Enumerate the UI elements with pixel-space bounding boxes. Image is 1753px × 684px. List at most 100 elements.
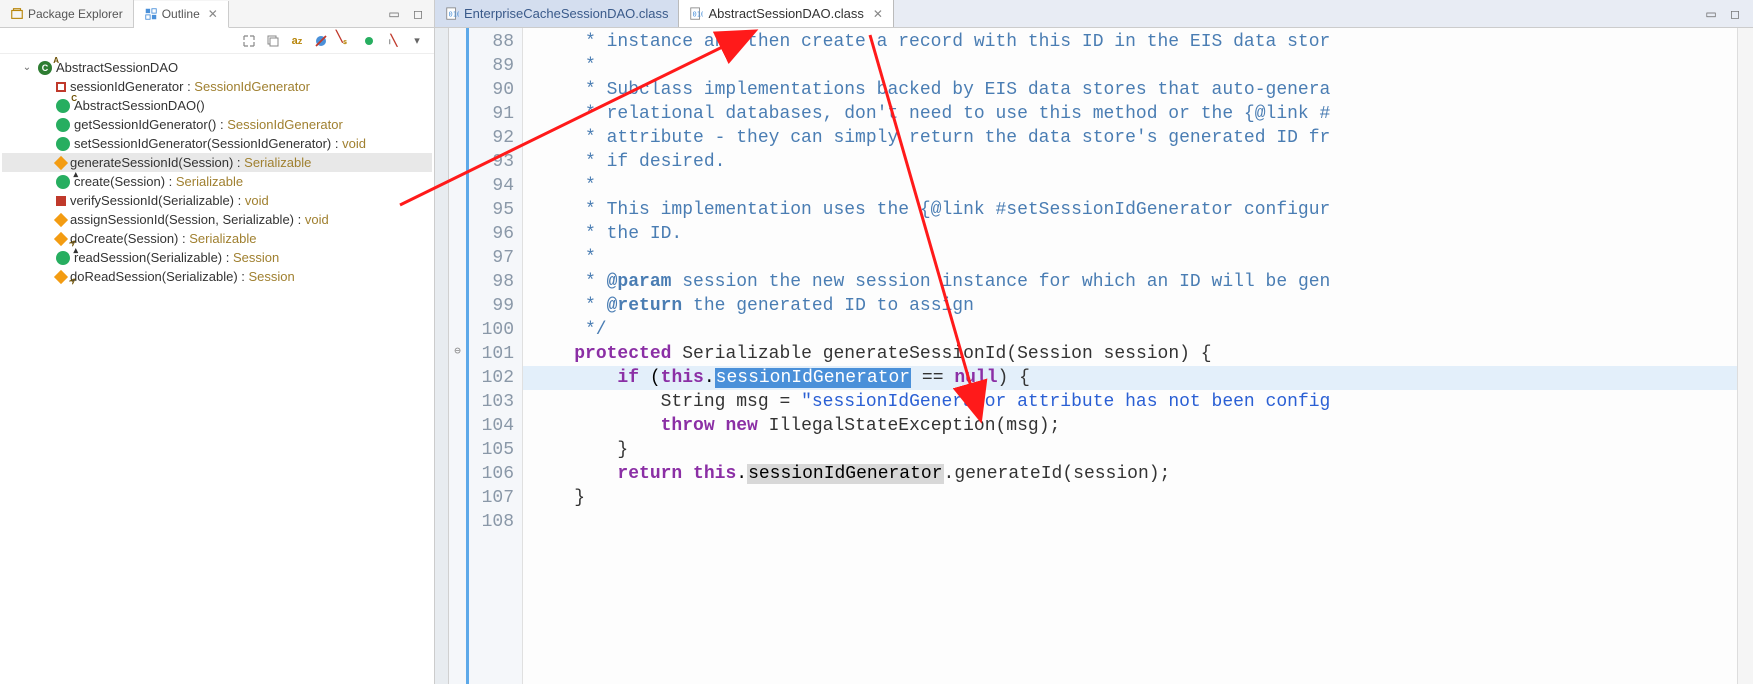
- code-line[interactable]: protected Serializable generateSessionId…: [523, 342, 1737, 366]
- member-label: setSessionIdGenerator(SessionIdGenerator…: [74, 136, 366, 151]
- line-number: 98: [469, 270, 522, 294]
- code-line[interactable]: }: [523, 486, 1737, 510]
- editor-panel: 010 EnterpriseCacheSessionDAO.class 010 …: [435, 0, 1753, 684]
- code-line[interactable]: * Subclass implementations backed by EIS…: [523, 78, 1737, 102]
- code-line[interactable]: *: [523, 54, 1737, 78]
- minimize-icon[interactable]: ▭: [386, 6, 402, 22]
- tab-label: Package Explorer: [28, 7, 123, 21]
- outline-member[interactable]: verifySessionId(Serializable) : void: [2, 191, 432, 210]
- code-line[interactable]: * the ID.: [523, 222, 1737, 246]
- line-number: 97: [469, 246, 522, 270]
- tab-package-explorer[interactable]: Package Explorer: [0, 0, 134, 27]
- line-number: 93: [469, 150, 522, 174]
- outline-member[interactable]: doCreate(Session) : Serializable: [2, 229, 432, 248]
- code-line[interactable]: if (this.sessionIdGenerator == null) {: [523, 366, 1737, 390]
- outline-member[interactable]: generateSessionId(Session) : Serializabl…: [2, 153, 432, 172]
- marker-bar: [435, 28, 449, 684]
- editor-tab-1[interactable]: 010 EnterpriseCacheSessionDAO.class: [435, 0, 679, 27]
- member-label: readSession(Serializable) : Session: [74, 250, 279, 265]
- line-number: 89: [469, 54, 522, 78]
- outline-panel: Package Explorer Outline ✕ ▭ ◻ az ₛ╲ ₗ╲ …: [0, 0, 435, 684]
- maximize-icon[interactable]: ◻: [1727, 6, 1743, 22]
- code-line[interactable]: * if desired.: [523, 150, 1737, 174]
- code-line[interactable]: String msg = "sessionIdGenerator attribu…: [523, 390, 1737, 414]
- override-method-icon: [56, 251, 70, 265]
- hide-fields-icon[interactable]: [312, 32, 330, 50]
- outline-member[interactable]: doReadSession(Serializable) : Session: [2, 267, 432, 286]
- outline-tree[interactable]: ⌄ C AbstractSessionDAO sessionIdGenerato…: [0, 54, 434, 684]
- line-number: 106: [469, 462, 522, 486]
- abstract-method-icon: [54, 269, 68, 283]
- tab-label: EnterpriseCacheSessionDAO.class: [464, 6, 668, 21]
- line-number: 92: [469, 126, 522, 150]
- minimize-icon[interactable]: ▭: [1703, 6, 1719, 22]
- line-number: 104: [469, 414, 522, 438]
- line-number-gutter: 8889909192939495969798991001011021031041…: [469, 28, 523, 684]
- svg-text:010: 010: [693, 10, 704, 18]
- code-line[interactable]: * @param session the new session instanc…: [523, 270, 1737, 294]
- line-number: 90: [469, 78, 522, 102]
- tab-label: AbstractSessionDAO.class: [708, 6, 863, 21]
- code-line[interactable]: * @return the generated ID to assign: [523, 294, 1737, 318]
- hide-local-icon[interactable]: ₗ╲: [384, 32, 402, 50]
- member-label: doCreate(Session) : Serializable: [70, 231, 256, 246]
- tab-label: Outline: [162, 7, 200, 21]
- close-icon[interactable]: ✕: [873, 7, 883, 21]
- maximize-icon[interactable]: ◻: [410, 6, 426, 22]
- code-line[interactable]: [523, 510, 1737, 534]
- code-line[interactable]: * This implementation uses the {@link #s…: [523, 198, 1737, 222]
- focus-icon[interactable]: [240, 32, 258, 50]
- outline-member[interactable]: getSessionIdGenerator() : SessionIdGener…: [2, 115, 432, 134]
- public-method-icon: [56, 118, 70, 132]
- member-label: AbstractSessionDAO(): [74, 98, 205, 113]
- outline-member[interactable]: AbstractSessionDAO(): [2, 96, 432, 115]
- fold-column: ⊖: [449, 28, 469, 684]
- line-number: 94: [469, 174, 522, 198]
- class-file-icon: 010: [689, 7, 703, 21]
- class-name: AbstractSessionDAO: [56, 60, 178, 75]
- close-icon[interactable]: ✕: [208, 7, 218, 21]
- view-menu-icon[interactable]: ▾: [408, 32, 426, 50]
- line-number: 108: [469, 510, 522, 534]
- outline-member[interactable]: create(Session) : Serializable: [2, 172, 432, 191]
- code-line[interactable]: * instance and then create a record with…: [523, 30, 1737, 54]
- code-line[interactable]: *: [523, 174, 1737, 198]
- code-line[interactable]: }: [523, 438, 1737, 462]
- hide-static-icon[interactable]: ₛ╲: [336, 32, 354, 50]
- line-number: 96: [469, 222, 522, 246]
- editor-tab-2[interactable]: 010 AbstractSessionDAO.class ✕: [679, 0, 893, 27]
- class-icon: C: [38, 61, 52, 75]
- hide-nonpublic-icon[interactable]: [360, 32, 378, 50]
- outline-toolbar: az ₛ╲ ₗ╲ ▾: [0, 28, 434, 54]
- member-label: create(Session) : Serializable: [74, 174, 243, 189]
- tree-class-node[interactable]: ⌄ C AbstractSessionDAO: [2, 58, 432, 77]
- tab-outline[interactable]: Outline ✕: [134, 1, 229, 28]
- code-area[interactable]: * instance and then create a record with…: [523, 28, 1737, 684]
- collapse-all-icon[interactable]: [264, 32, 282, 50]
- twisty-icon[interactable]: ⌄: [20, 62, 34, 73]
- outline-member[interactable]: setSessionIdGenerator(SessionIdGenerator…: [2, 134, 432, 153]
- class-file-icon: 010: [445, 7, 459, 21]
- outline-member[interactable]: readSession(Serializable) : Session: [2, 248, 432, 267]
- line-number: 103: [469, 390, 522, 414]
- code-line[interactable]: throw new IllegalStateException(msg);: [523, 414, 1737, 438]
- code-line[interactable]: * relational databases, don't need to us…: [523, 102, 1737, 126]
- outline-member[interactable]: sessionIdGenerator : SessionIdGenerator: [2, 77, 432, 96]
- line-number: 91: [469, 102, 522, 126]
- code-line[interactable]: return this.sessionIdGenerator.generateI…: [523, 462, 1737, 486]
- editor-body[interactable]: ⊖ 88899091929394959697989910010110210310…: [435, 28, 1753, 684]
- protected-method-icon: [54, 155, 68, 169]
- code-line[interactable]: */: [523, 318, 1737, 342]
- overview-ruler[interactable]: [1737, 28, 1753, 684]
- member-label: assignSessionId(Session, Serializable) :…: [70, 212, 329, 227]
- abstract-method-icon: [54, 231, 68, 245]
- sort-icon[interactable]: az: [288, 32, 306, 50]
- code-line[interactable]: * attribute - they can simply return the…: [523, 126, 1737, 150]
- protected-method-icon: [54, 212, 68, 226]
- line-number: 102: [469, 366, 522, 390]
- left-tab-bar: Package Explorer Outline ✕ ▭ ◻: [0, 0, 434, 28]
- code-line[interactable]: *: [523, 246, 1737, 270]
- member-label: verifySessionId(Serializable) : void: [70, 193, 269, 208]
- field-icon: [56, 82, 66, 92]
- outline-member[interactable]: assignSessionId(Session, Serializable) :…: [2, 210, 432, 229]
